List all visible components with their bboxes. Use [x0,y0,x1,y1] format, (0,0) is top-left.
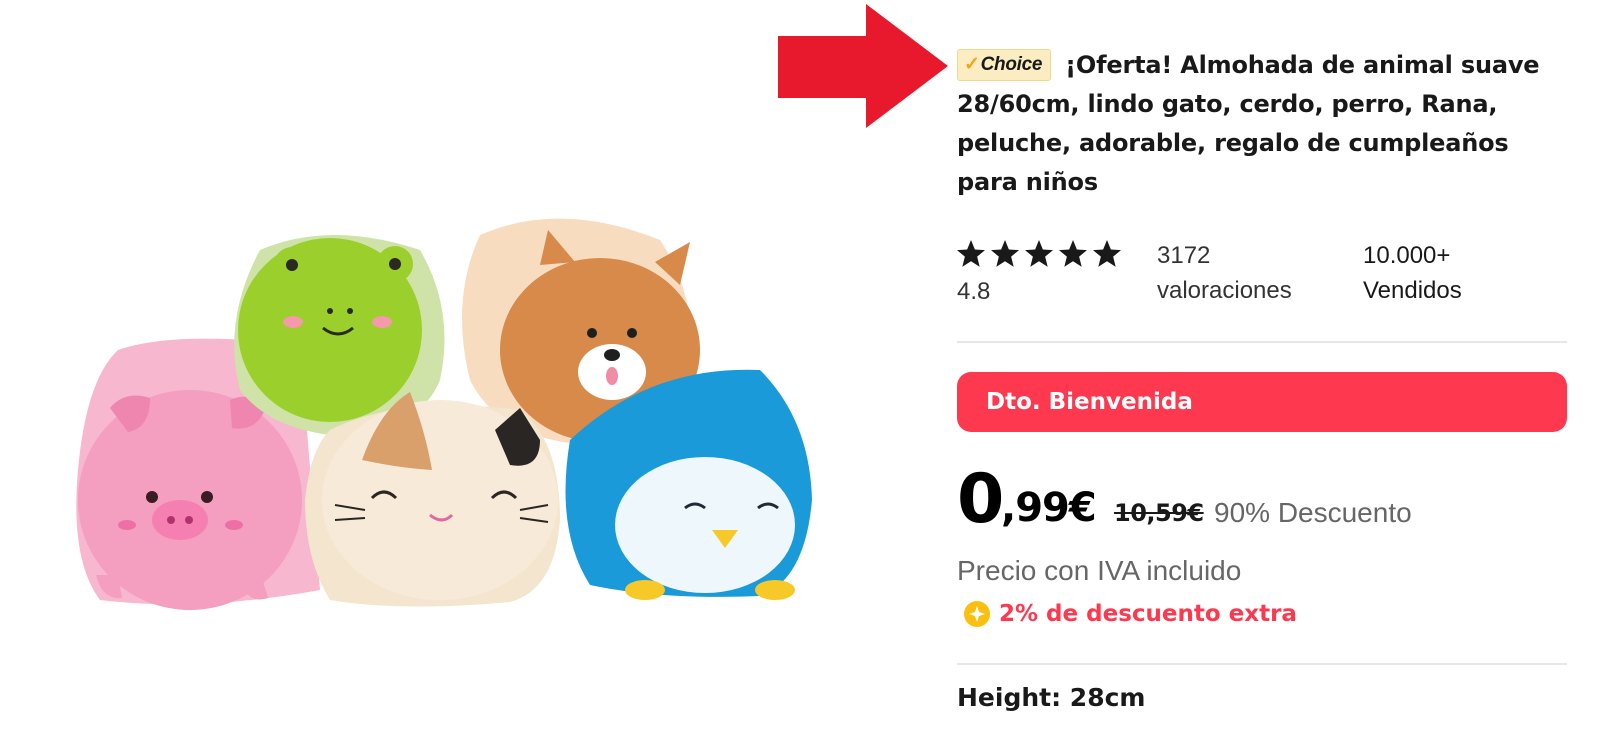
star-icon [991,240,1019,267]
product-image[interactable] [0,0,880,736]
red-arrow-annotation [778,4,948,128]
plush-toys-illustration [76,218,812,610]
price-row: 0 ,99€ 10,59€ 90% Descuento [957,460,1567,540]
star-icon [1059,240,1087,267]
cat-plush [305,392,560,607]
product-title[interactable]: ✓Choice ¡Oferta! Almohada de animal suave… [957,46,1567,202]
rating-value: 4.8 [957,278,991,305]
check-icon: ✓ [964,54,980,75]
reviews-count[interactable]: 3172 valoraciones [1157,238,1337,308]
original-price: 10,59€ [1114,499,1204,527]
extra-discount[interactable]: 2% de descuento extra [963,597,1297,631]
star-icon [1093,240,1121,267]
extra-discount-text: 2% de descuento extra [999,601,1297,627]
divider [957,663,1567,665]
height-spec: Height: 28cm [957,683,1146,712]
choice-badge[interactable]: ✓Choice [957,49,1052,81]
discount-percent: 90% Descuento [1214,497,1412,528]
star-icon [1025,240,1053,267]
product-info: ✓Choice ¡Oferta! Almohada de animal suave… [957,0,1567,736]
tax-note: Precio con IVA incluido [957,555,1242,586]
product-stats: 4.8 3172 valoraciones 10.000+ Vendidos [957,238,1567,318]
star-icon [957,240,985,267]
choice-badge-label: Choice [980,54,1043,75]
rating-stars[interactable] [955,238,1123,270]
coin-icon [964,601,990,627]
price-integer: 0 [957,460,1004,539]
welcome-discount-banner[interactable]: Dto. Bienvenida [957,372,1567,432]
divider [957,341,1567,343]
price-decimal: ,99€ [1001,485,1097,531]
sold-count: 10.000+ Vendidos [1363,242,1462,304]
